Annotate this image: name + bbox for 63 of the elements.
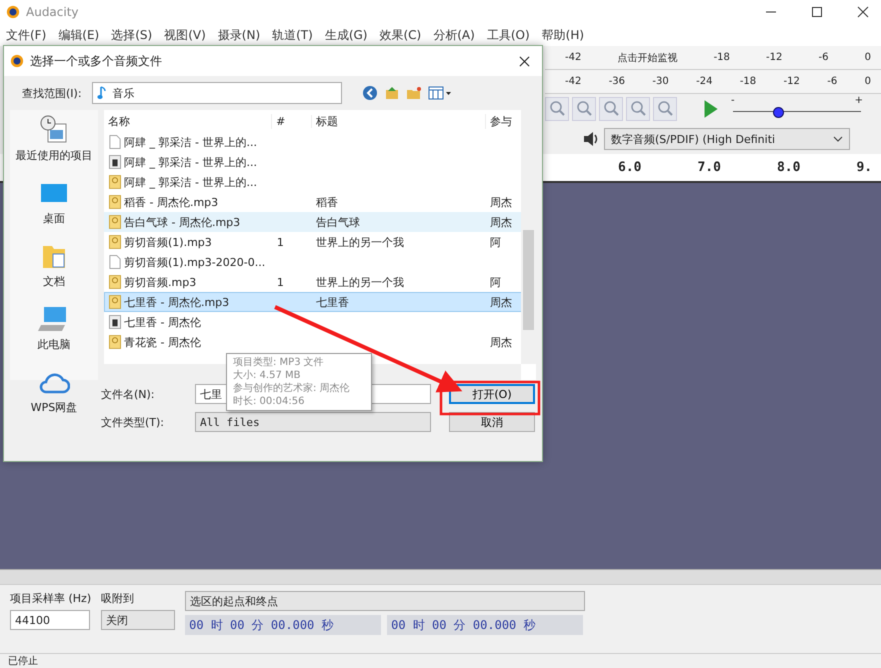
snap-label: 吸附到: [101, 591, 136, 606]
window-title: Audacity: [26, 5, 79, 19]
track-number: 1: [276, 236, 285, 248]
status-text: 已停止: [8, 656, 38, 667]
artist: 阿: [488, 234, 502, 250]
look-in-label: 查找范围(I):: [22, 86, 82, 100]
meter-label: 0: [864, 76, 871, 87]
ruler-label: 9.: [856, 160, 872, 175]
meter-label: 0: [864, 52, 871, 63]
meter-label: -18: [740, 76, 756, 87]
meter-label: 点击开始监视: [617, 52, 678, 64]
meter-label: -42: [565, 52, 582, 63]
slider-max-label: +: [854, 95, 863, 106]
file-name: 青花瓷 - 周杰伦: [124, 334, 201, 350]
file-name: 剪切音频.mp3: [124, 274, 196, 290]
song-title: 世界上的另一个我: [315, 234, 406, 250]
file-name: 稻香 - 周杰伦.mp3: [124, 194, 218, 210]
slider-min-label: -: [731, 95, 735, 106]
device-name: 数字音频(S/PDIF) (High Definiti: [611, 132, 776, 146]
meter-label: -12: [784, 76, 800, 87]
file-name: 阿肆 _ 郭采洁 - 世界上的...: [124, 174, 257, 190]
meter-label: -42: [565, 76, 582, 87]
meter-label: -30: [652, 76, 669, 87]
look-in-value: 音乐: [112, 86, 135, 100]
ruler-label: 6.0: [618, 160, 642, 175]
tooltip-line: 参与创作的艺术家: 周杰伦: [233, 382, 351, 395]
meter-label: -6: [827, 76, 838, 87]
places-label: 桌面: [43, 211, 65, 226]
file-name: 七里香 - 周杰伦: [124, 314, 201, 330]
tooltip-line: 大小: 4.57 MB: [233, 369, 302, 382]
meter-label: -6: [818, 52, 828, 63]
meter-label: -24: [696, 76, 712, 87]
tooltip-line: 时长: 00:04:56: [233, 395, 306, 408]
artist: 周杰: [488, 334, 513, 350]
artist: 周杰: [488, 294, 513, 310]
places-label: 最近使用的项目: [16, 148, 92, 163]
artist: 周杰: [488, 214, 513, 230]
places-label: WPS网盘: [30, 400, 78, 415]
artist: 阿: [488, 274, 502, 290]
places-label: 文档: [43, 274, 65, 289]
file-name: 七里香 - 周杰伦.mp3: [124, 294, 230, 310]
tooltip-line: 项目类型: MP3 文件: [233, 356, 325, 369]
meter-label: -12: [766, 52, 782, 63]
artist: 周杰: [488, 194, 513, 210]
file-type-label: 文件类型(T):: [101, 414, 166, 430]
places-label: 此电脑: [38, 337, 70, 352]
file-name: 阿肆 _ 郭采洁 - 世界上的...: [124, 154, 257, 170]
song-title: 世界上的另一个我: [315, 274, 406, 290]
file-name: 剪切音频(1).mp3-2020-0...: [124, 254, 266, 270]
meter-label: -18: [714, 52, 730, 63]
song-title: 告白气球: [315, 214, 362, 230]
file-name: 告白气球 - 周杰伦.mp3: [124, 214, 240, 230]
ruler-label: 8.0: [776, 160, 800, 175]
rate-label: 项目采样率 (Hz): [10, 591, 92, 606]
file-name-label: 文件名(N):: [101, 386, 156, 402]
dialog-title: 选择一个或多个音频文件: [30, 52, 162, 70]
meter-label: -36: [608, 76, 626, 87]
track-number: 1: [276, 276, 285, 288]
file-name: 阿肆 _ 郭采洁 - 世界上的...: [124, 134, 257, 150]
ruler-label: 7.0: [697, 160, 721, 175]
file-name: 剪切音频(1).mp3: [124, 234, 212, 250]
song-title: 稻香: [315, 194, 340, 210]
song-title: 七里香: [315, 294, 350, 310]
